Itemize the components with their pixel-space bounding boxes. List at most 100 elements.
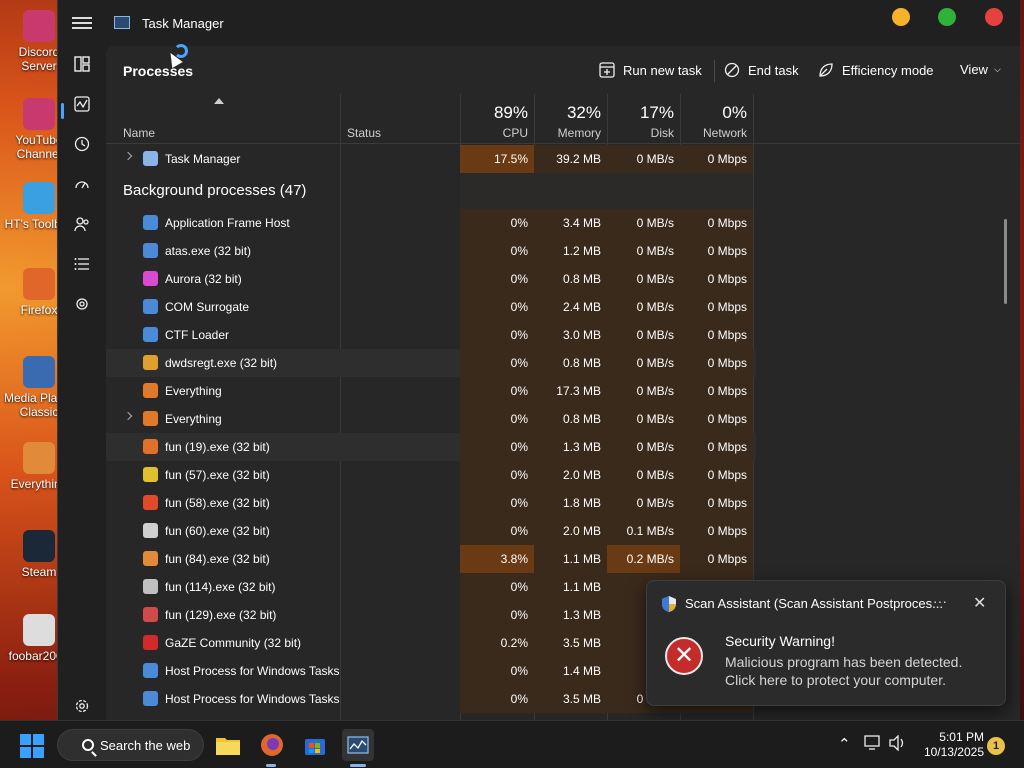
process-memory: 1.4 MB <box>534 657 607 685</box>
process-disk: 0 MB/s <box>607 321 680 349</box>
active-indicator <box>350 764 366 767</box>
windows-start-icon[interactable] <box>20 734 44 758</box>
process-icon <box>143 579 158 594</box>
table-row[interactable]: dwdsregt.exe (32 bit) 0% 0.8 MB 0 MB/s 0 Mbp… <box>106 349 756 377</box>
sort-up-icon <box>214 98 224 104</box>
column-header-memory[interactable]: Memory <box>534 126 601 140</box>
hamburger-menu-icon[interactable] <box>72 14 92 32</box>
table-row[interactable]: COM Surrogate 0% 2.4 MB 0 MB/s 0 Mbps <box>106 293 756 321</box>
users-icon[interactable] <box>70 212 94 236</box>
search-box[interactable]: Search the web <box>57 729 204 761</box>
process-network: 0 Mbps <box>680 293 753 321</box>
firefox-icon[interactable] <box>256 729 288 761</box>
process-memory: 3.5 MB <box>534 629 607 657</box>
performance-icon[interactable] <box>70 92 94 116</box>
security-warning-notification[interactable]: Scan Assistant (Scan Assistant Postproce… <box>646 580 1006 706</box>
table-row[interactable]: CTF Loader 0% 3.0 MB 0 MB/s 0 Mbps <box>106 321 756 349</box>
column-header-cpu[interactable]: CPU <box>460 126 528 140</box>
command-bar: Processes Run new task End task Efficien… <box>106 46 1020 94</box>
running-indicator <box>266 764 276 767</box>
column-header-name[interactable]: Name <box>123 126 155 140</box>
microsoft-store-icon[interactable] <box>299 729 331 761</box>
process-icon <box>143 551 158 566</box>
process-cpu: 0% <box>460 433 534 461</box>
table-row[interactable]: Aurora (32 bit) 0% 0.8 MB 0 MB/s 0 Mbps <box>106 265 756 293</box>
task-manager-taskbar-icon[interactable] <box>342 729 374 761</box>
details-icon[interactable] <box>70 252 94 276</box>
process-name: fun (84).exe (32 bit) <box>165 552 270 566</box>
process-cpu: 0% <box>460 573 534 601</box>
vertical-scrollbar[interactable] <box>1004 219 1007 304</box>
table-row[interactable]: fun (58).exe (32 bit) 0% 1.8 MB 0 MB/s 0 Mbp… <box>106 489 756 517</box>
table-row[interactable]: Task Manager 17.5% 39.2 MB 0 MB/s 0 Mbps <box>106 145 756 173</box>
process-network: 0 Mbps <box>680 349 753 377</box>
process-name: Application Frame Host <box>165 216 290 230</box>
process-memory: 17.3 MB <box>534 377 607 405</box>
process-name: dwdsregt.exe (32 bit) <box>165 356 278 370</box>
shortcut-icon <box>23 98 55 130</box>
process-memory: 1.3 MB <box>534 433 607 461</box>
maximize-button[interactable] <box>938 8 956 26</box>
notification-count-badge[interactable]: 1 <box>987 737 1005 755</box>
column-header-status[interactable]: Status <box>347 126 381 140</box>
process-disk: 0 MB/s <box>607 237 680 265</box>
process-name: Everything <box>165 384 222 398</box>
navigation-rail <box>58 46 106 720</box>
chevron-right-icon[interactable] <box>123 151 133 161</box>
chevron-right-icon[interactable] <box>123 411 133 421</box>
search-placeholder: Search the web <box>100 738 191 753</box>
table-row[interactable]: Everything 0% 0.8 MB 0 MB/s 0 Mbps <box>106 405 756 433</box>
shortcut-icon <box>23 614 55 646</box>
services-icon[interactable] <box>70 292 94 316</box>
process-memory: 2.0 MB <box>534 517 607 545</box>
table-row[interactable]: fun (19).exe (32 bit) 0% 1.3 MB 0 MB/s 0 Mbp… <box>106 433 756 461</box>
app-history-icon[interactable] <box>70 132 94 156</box>
table-row[interactable]: fun (84).exe (32 bit) 3.8% 1.1 MB 0.2 MB/s 0… <box>106 545 756 573</box>
process-network: 0 Mbps <box>680 209 753 237</box>
process-icon <box>143 411 158 426</box>
startup-apps-icon[interactable] <box>70 172 94 196</box>
end-task-button[interactable]: End task <box>724 62 799 78</box>
table-row[interactable]: fun (60).exe (32 bit) 0% 2.0 MB 0.1 MB/s 0 M… <box>106 517 756 545</box>
notification-more-icon[interactable]: ··· <box>933 593 947 609</box>
error-icon: ✕ <box>665 637 703 675</box>
task-manager-app-icon <box>114 16 130 29</box>
system-clock[interactable]: 5:01 PM 10/13/2025 <box>914 730 984 760</box>
efficiency-mode-button[interactable]: Efficiency mode <box>818 62 934 78</box>
view-dropdown[interactable]: View ⌵ <box>960 62 1001 77</box>
file-explorer-icon[interactable] <box>212 729 244 761</box>
process-network: 0 Mbps <box>680 265 753 293</box>
cpu-total-percent: 89% <box>493 103 528 122</box>
process-cpu: 0% <box>460 601 534 629</box>
process-cpu: 0% <box>460 405 534 433</box>
table-row[interactable]: fun (57).exe (32 bit) 0% 2.0 MB 0 MB/s 0 Mbp… <box>106 461 756 489</box>
run-new-task-button[interactable]: Run new task <box>599 62 702 78</box>
processes-icon[interactable] <box>70 52 94 76</box>
notification-title: Security Warning! <box>725 633 835 649</box>
minimize-button[interactable] <box>892 8 910 26</box>
process-network: 0 Mbps <box>680 321 753 349</box>
table-row[interactable]: Everything 0% 17.3 MB 0 MB/s 0 Mbps <box>106 377 756 405</box>
process-memory: 2.0 MB <box>534 461 607 489</box>
settings-icon[interactable] <box>70 694 94 718</box>
shortcut-icon <box>23 530 55 562</box>
show-hidden-icons-chevron-icon[interactable]: ⌃ <box>838 735 851 753</box>
column-header-network[interactable]: Network <box>680 126 747 140</box>
network-icon[interactable] <box>864 735 882 755</box>
process-icon <box>143 635 158 650</box>
process-network: 0 Mbps <box>680 433 753 461</box>
process-cpu: 0% <box>460 657 534 685</box>
column-header-disk[interactable]: Disk <box>607 126 674 140</box>
notification-body: Malicious program has been detected. Cli… <box>725 654 963 688</box>
notification-close-icon[interactable]: ✕ <box>973 593 986 613</box>
volume-icon[interactable] <box>889 734 907 755</box>
shortcut-icon <box>23 268 55 300</box>
process-name: GaZE Community (32 bit) <box>165 636 302 650</box>
process-memory: 0.8 MB <box>534 265 607 293</box>
process-cpu: 0% <box>460 685 534 713</box>
table-row[interactable]: atas.exe (32 bit) 0% 1.2 MB 0 MB/s 0 Mbps <box>106 237 756 265</box>
process-cpu: 0% <box>460 237 534 265</box>
table-row[interactable]: Application Frame Host 0% 3.4 MB 0 MB/s 0 Mb… <box>106 209 756 237</box>
memory-total-percent: 32% <box>566 103 601 122</box>
close-button[interactable] <box>985 8 1003 26</box>
